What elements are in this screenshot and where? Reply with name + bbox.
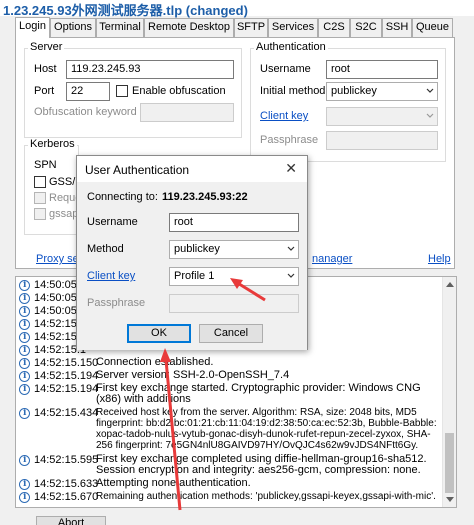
arrow-to-ok	[160, 348, 182, 511]
tab-login[interactable]: Login	[15, 17, 50, 38]
annotation-arrows	[160, 278, 266, 511]
arrow-to-client-key	[230, 278, 266, 302]
